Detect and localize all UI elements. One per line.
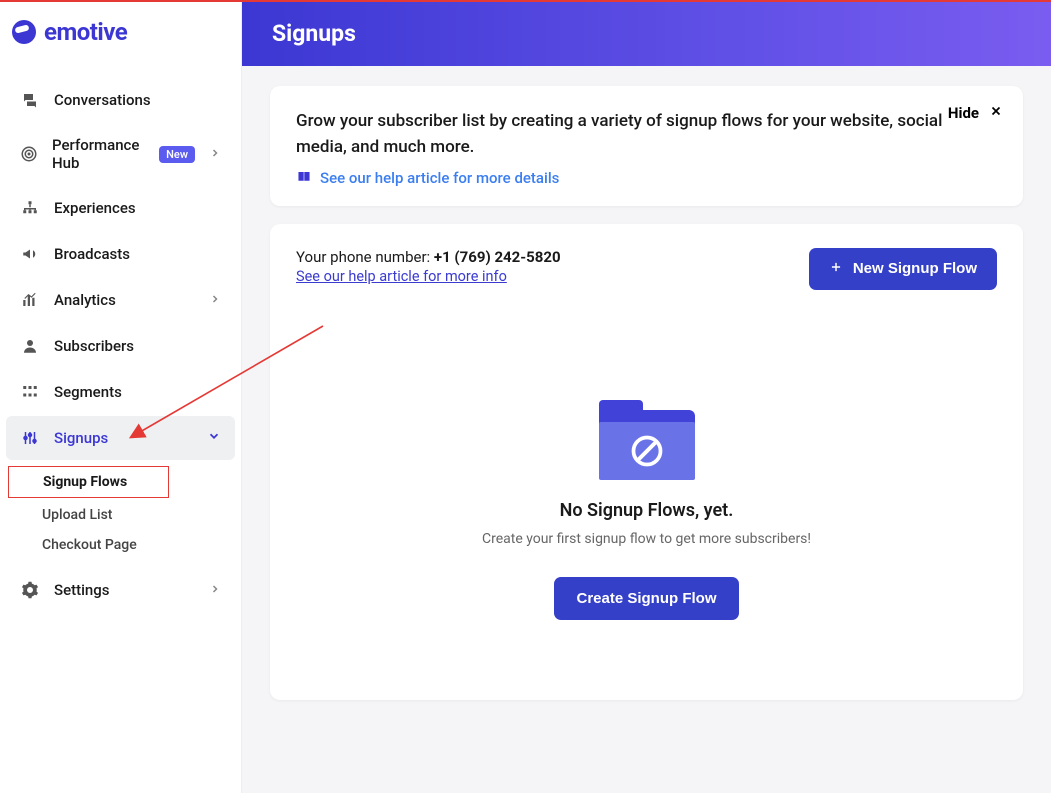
hide-label: Hide (948, 104, 979, 122)
nav-analytics[interactable]: Analytics (6, 278, 235, 322)
new-badge: New (159, 146, 195, 163)
nav-signups[interactable]: Signups (6, 416, 235, 460)
empty-folder-icon (599, 400, 695, 478)
phone-help-link[interactable]: See our help article for more info (296, 268, 507, 285)
nav-label: Subscribers (54, 337, 134, 355)
logo-text: emotive (44, 18, 127, 46)
nav-label: Broadcasts (54, 245, 130, 263)
nav-label: Settings (54, 581, 110, 599)
nav-subscribers[interactable]: Subscribers (6, 324, 235, 368)
nav-experiences[interactable]: Experiences (6, 186, 235, 230)
subnav-checkout-page[interactable]: Checkout Page (42, 530, 241, 560)
target-icon (20, 144, 38, 164)
empty-title: No Signup Flows, yet. (560, 500, 734, 521)
top-red-line (0, 0, 1051, 2)
logo-icon (12, 20, 36, 44)
empty-state: No Signup Flows, yet. Create your first … (296, 400, 997, 620)
hide-banner-button[interactable]: Hide (948, 104, 1003, 122)
sidebar: emotive Conversations Performance Hub Ne… (0, 0, 242, 793)
nav-label: Conversations (54, 91, 151, 109)
nav-label: Segments (54, 383, 122, 401)
nav-segments[interactable]: Segments (6, 370, 235, 414)
main: Signups Grow your subscriber list by cre… (242, 0, 1051, 793)
nav-conversations[interactable]: Conversations (6, 78, 235, 122)
phone-number: +1 (769) 242-5820 (434, 248, 561, 266)
nav: Conversations Performance Hub New Experi… (0, 66, 241, 612)
chart-icon (20, 290, 40, 310)
phone-line: Your phone number: +1 (769) 242-5820 (296, 248, 561, 266)
info-banner: Grow your subscriber list by creating a … (270, 86, 1023, 206)
logo[interactable]: emotive (0, 0, 241, 66)
close-icon (989, 104, 1003, 122)
chevron-right-icon (209, 291, 221, 309)
page-header: Signups (242, 0, 1051, 66)
banner-help-link[interactable]: See our help article for more details (320, 169, 559, 187)
subnav-upload-list[interactable]: Upload List (42, 500, 241, 530)
chevron-right-icon (209, 145, 221, 163)
sliders-icon (20, 428, 40, 448)
nav-performance-hub[interactable]: Performance Hub New (6, 124, 235, 184)
signup-panel: Your phone number: +1 (769) 242-5820 See… (270, 224, 1023, 700)
banner-text: Grow your subscriber list by creating a … (296, 108, 997, 161)
button-label: New Signup Flow (853, 260, 977, 277)
user-icon (20, 336, 40, 356)
signups-subnav: Signup Flows Upload List Checkout Page (0, 462, 241, 560)
phone-block: Your phone number: +1 (769) 242-5820 See… (296, 248, 561, 285)
nav-label: Signups (54, 429, 108, 447)
hierarchy-icon (20, 198, 40, 218)
panel-top: Your phone number: +1 (769) 242-5820 See… (296, 248, 997, 290)
banner-link-row: See our help article for more details (296, 169, 997, 188)
grid-icon (20, 382, 40, 402)
subnav-signup-flows[interactable]: Signup Flows (8, 466, 169, 498)
plus-icon (829, 260, 843, 278)
empty-subtitle: Create your first signup flow to get mor… (482, 531, 811, 547)
chevron-down-icon (207, 429, 221, 447)
page-title: Signups (272, 20, 356, 47)
new-signup-flow-button[interactable]: New Signup Flow (809, 248, 997, 290)
book-icon (296, 169, 312, 188)
content: Grow your subscriber list by creating a … (242, 66, 1051, 738)
phone-label: Your phone number: (296, 248, 434, 266)
chevron-right-icon (209, 581, 221, 599)
megaphone-icon (20, 244, 40, 264)
chat-icon (20, 90, 40, 110)
nav-label: Performance Hub (52, 136, 143, 172)
nav-broadcasts[interactable]: Broadcasts (6, 232, 235, 276)
nav-label: Experiences (54, 199, 136, 217)
gear-icon (20, 580, 40, 600)
create-signup-flow-button[interactable]: Create Signup Flow (554, 577, 738, 620)
nav-settings[interactable]: Settings (6, 568, 235, 612)
nav-label: Analytics (54, 291, 116, 309)
